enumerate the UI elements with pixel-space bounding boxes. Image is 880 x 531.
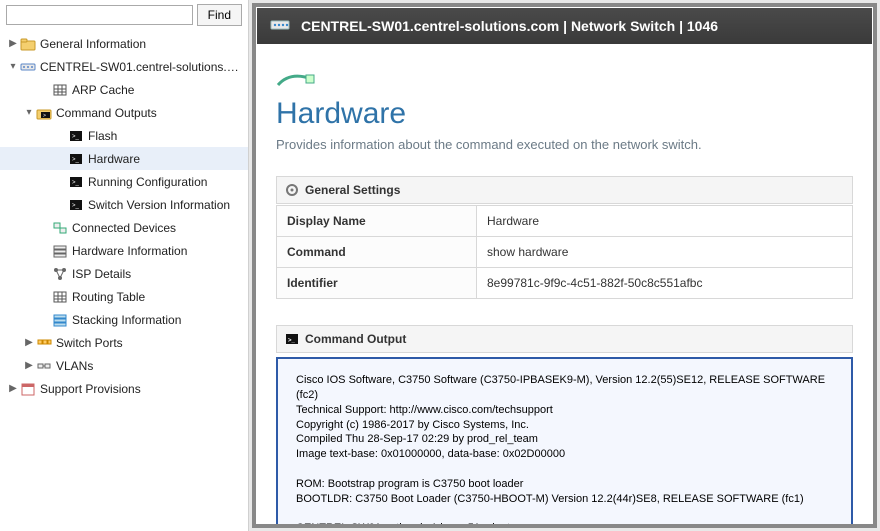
tree-item-running-config[interactable]: >_ Running Configuration	[0, 170, 248, 193]
calendar-icon	[20, 381, 36, 397]
devices-icon	[52, 220, 68, 236]
tree-label: Routing Table	[72, 290, 244, 304]
tree-item-hardware-info[interactable]: Hardware Information	[0, 239, 248, 262]
content-body: Hardware Provides information about the …	[256, 45, 873, 528]
tree-label: General Information	[40, 37, 244, 51]
tree-item-host[interactable]: ▾ CENTREL-SW01.centrel-solutions.com	[0, 55, 248, 78]
tree-label: Switch Ports	[56, 336, 244, 350]
network-icon	[52, 266, 68, 282]
chevron-right-icon[interactable]: ▶	[6, 38, 20, 49]
tree-label: Command Outputs	[56, 106, 244, 120]
chevron-right-icon[interactable]: ▶	[22, 360, 36, 371]
tree-label: Switch Version Information	[88, 198, 244, 212]
tree-item-connected-devices[interactable]: Connected Devices	[0, 216, 248, 239]
table-icon	[52, 82, 68, 98]
folder-icon	[20, 36, 36, 52]
tree-label: ARP Cache	[72, 83, 244, 97]
tree-item-support-provisions[interactable]: ▶ Support Provisions	[0, 377, 248, 400]
search-row: Find	[0, 0, 248, 32]
tree-item-vlans[interactable]: ▶ VLANs	[0, 354, 248, 377]
section-command-output: >_ Command Output	[276, 325, 853, 353]
sidebar: Find ▶ General Information ▾ CENTREL-SW0…	[0, 0, 249, 531]
svg-text:>_: >_	[72, 134, 80, 140]
chevron-down-icon[interactable]: ▾	[22, 107, 36, 118]
table-row: Command show hardware	[277, 237, 853, 268]
tree-item-switch-version[interactable]: >_ Switch Version Information	[0, 193, 248, 216]
tree-item-command-outputs[interactable]: ▾ > Command Outputs	[0, 101, 248, 124]
chevron-right-icon[interactable]: ▶	[22, 337, 36, 348]
rack-icon	[52, 243, 68, 259]
switch-icon	[20, 59, 36, 75]
terminal-icon: >_	[68, 197, 84, 213]
kv-key: Identifier	[277, 268, 477, 299]
terminal-icon: >_	[68, 151, 84, 167]
nav-tree: ▶ General Information ▾ CENTREL-SW01.cen…	[0, 32, 248, 531]
terminal-folder-icon: >	[36, 105, 52, 121]
tree-label: Stacking Information	[72, 313, 244, 327]
tree-label: ISP Details	[72, 267, 244, 281]
switch-icon	[269, 15, 291, 37]
tree-item-isp-details[interactable]: ISP Details	[0, 262, 248, 285]
tree-label: Hardware Information	[72, 244, 244, 258]
content-scroll[interactable]: CENTREL-SW01.centrel-solutions.com | Net…	[252, 3, 877, 528]
page-subtitle: Provides information about the command e…	[276, 137, 853, 152]
section-label: General Settings	[305, 183, 400, 197]
table-row: Identifier 8e99781c-9f9c-4c51-882f-50c8c…	[277, 268, 853, 299]
table-icon	[52, 289, 68, 305]
kv-key: Command	[277, 237, 477, 268]
table-row: Display Name Hardware	[277, 206, 853, 237]
terminal-icon: >_	[68, 128, 84, 144]
tree-label: Hardware	[88, 152, 244, 166]
tree-label: CENTREL-SW01.centrel-solutions.com	[40, 60, 244, 74]
tree-item-switch-ports[interactable]: ▶ Switch Ports	[0, 331, 248, 354]
ports-icon	[36, 335, 52, 351]
section-label: Command Output	[305, 332, 406, 346]
svg-text:>: >	[43, 113, 46, 119]
page-header-bar: CENTREL-SW01.centrel-solutions.com | Net…	[257, 8, 872, 44]
vlan-icon	[36, 358, 52, 374]
kv-value: show hardware	[477, 237, 853, 268]
search-input[interactable]	[6, 5, 193, 25]
terminal-icon: >_	[285, 332, 299, 346]
tree-item-hardware[interactable]: >_ Hardware	[0, 147, 248, 170]
tree-item-general-information[interactable]: ▶ General Information	[0, 32, 248, 55]
find-button[interactable]: Find	[197, 4, 242, 26]
tree-item-flash[interactable]: >_ Flash	[0, 124, 248, 147]
kv-value: 8e99781c-9f9c-4c51-882f-50c8c551afbc	[477, 268, 853, 299]
tree-label: VLANs	[56, 359, 244, 373]
general-settings-table: Display Name Hardware Command show hardw…	[276, 205, 853, 299]
svg-text:>_: >_	[72, 157, 80, 163]
tree-label: Support Provisions	[40, 382, 244, 396]
svg-text:>_: >_	[288, 338, 296, 344]
svg-text:>_: >_	[72, 180, 80, 186]
chevron-down-icon[interactable]: ▾	[6, 61, 20, 72]
tree-label: Flash	[88, 129, 244, 143]
terminal-icon: >_	[68, 174, 84, 190]
tree-item-routing-table[interactable]: Routing Table	[0, 285, 248, 308]
page-title: Hardware	[276, 97, 853, 131]
page-header-title: CENTREL-SW01.centrel-solutions.com | Net…	[301, 18, 718, 34]
kv-value: Hardware	[477, 206, 853, 237]
tree-label: Running Configuration	[88, 175, 244, 189]
svg-text:>_: >_	[72, 203, 80, 209]
section-general-settings: General Settings	[276, 176, 853, 204]
chevron-right-icon[interactable]: ▶	[6, 383, 20, 394]
content-area: CENTREL-SW01.centrel-solutions.com | Net…	[249, 0, 880, 531]
cable-icon	[276, 65, 853, 91]
command-output-text: Cisco IOS Software, C3750 Software (C375…	[276, 357, 853, 528]
kv-key: Display Name	[277, 206, 477, 237]
gear-icon	[285, 183, 299, 197]
stack-icon	[52, 312, 68, 328]
tree-item-arp-cache[interactable]: ARP Cache	[0, 78, 248, 101]
tree-item-stacking-info[interactable]: Stacking Information	[0, 308, 248, 331]
tree-label: Connected Devices	[72, 221, 244, 235]
